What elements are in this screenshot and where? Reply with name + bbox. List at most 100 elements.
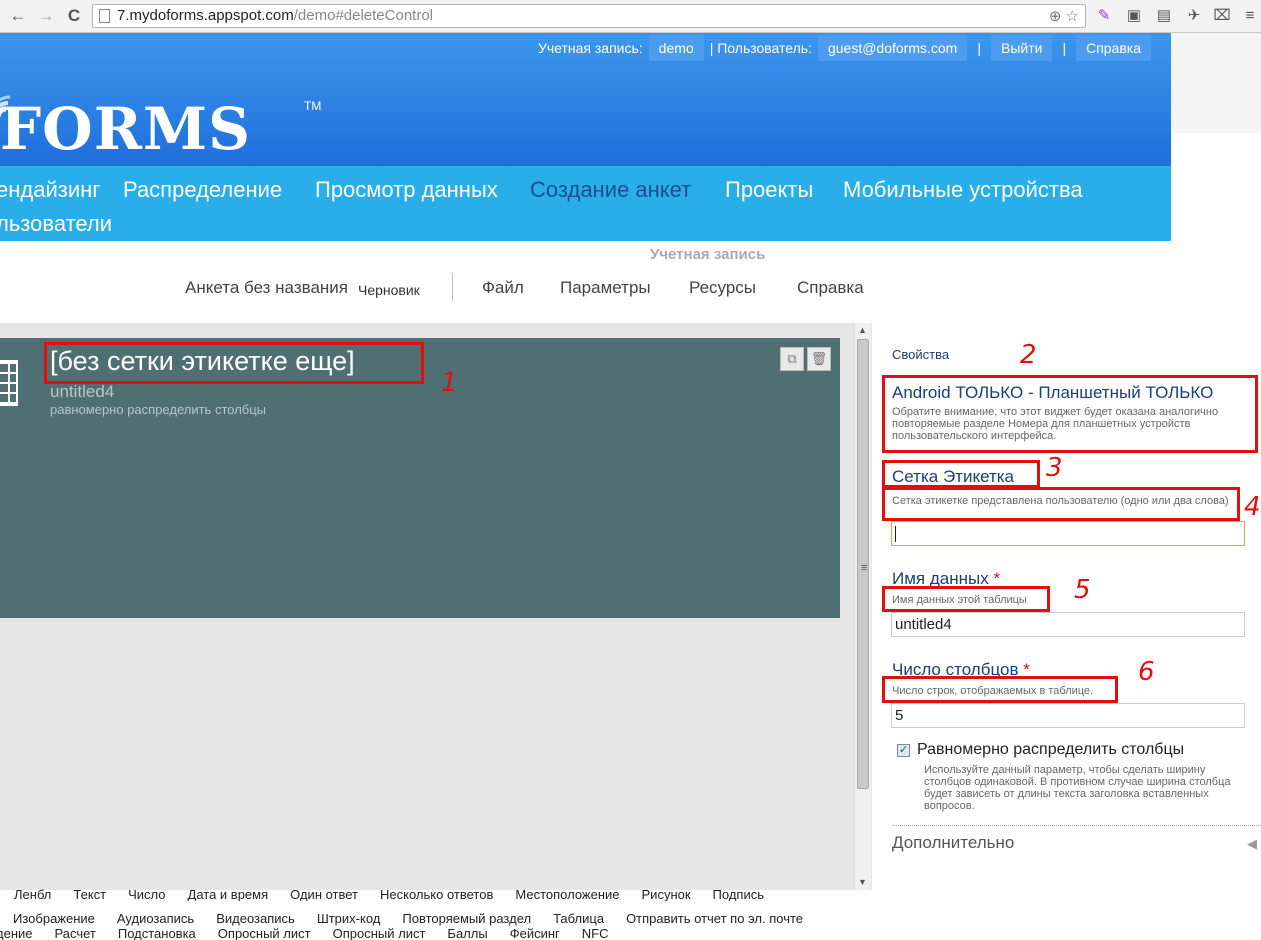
tool-drawing[interactable]: Рисунок — [642, 887, 691, 901]
address-bar[interactable]: 7.mydoforms.appspot.com/demo#deleteContr… — [92, 4, 1086, 28]
even-columns-checkbox[interactable]: ✓ — [897, 744, 910, 757]
extension-icon-4[interactable]: ⌧ — [1212, 6, 1232, 26]
separator: | — [977, 40, 981, 56]
widget-toolbar-row-1: Ленбл Текст Число Дата и время Один ответ Нес… — [14, 887, 786, 901]
menu-help[interactable]: Справка — [797, 278, 864, 298]
forward-icon[interactable]: → — [36, 6, 56, 26]
tool-video[interactable]: Видеозапись — [216, 911, 295, 926]
header-blank — [1171, 33, 1261, 133]
user-link[interactable]: guest@doforms.com — [817, 35, 968, 61]
account-label: Учетная запись: — [537, 40, 643, 56]
tool-item[interactable]: дение — [0, 926, 33, 940]
menu-icon[interactable]: ≡ — [1240, 6, 1260, 26]
properties-heading: Свойства — [892, 347, 950, 362]
url-path: /demo#deleteControl — [293, 7, 434, 24]
tool-lookup[interactable]: Подстановка — [118, 926, 196, 940]
tool-image[interactable]: Изображение — [13, 911, 95, 926]
widget-subtitle: равномерно распределить столбцы — [50, 402, 267, 417]
url-host: 7.mydoforms.appspot.com — [117, 7, 294, 24]
divider — [892, 825, 1261, 826]
grip-icon: ≡ — [861, 562, 868, 574]
account-link[interactable]: demo — [648, 35, 704, 61]
copy-icon[interactable]: ⧉ — [780, 347, 804, 371]
annotation-number-5: 5 — [1074, 575, 1091, 605]
tool-text[interactable]: Текст — [73, 887, 106, 901]
extension-icon-3[interactable]: ✈ — [1184, 6, 1204, 26]
annotation-number-2: 2 — [1020, 340, 1037, 370]
nav-merchandising[interactable]: ендайзинг — [0, 177, 100, 203]
logo-trademark: TM — [304, 99, 322, 113]
scroll-thumb[interactable]: ≡ — [857, 339, 869, 789]
text-caret — [895, 526, 896, 543]
nav-users[interactable]: льзователи — [0, 211, 112, 237]
browser-toolbar: ← → C 7.mydoforms.appspot.com/demo#delet… — [0, 0, 1261, 33]
annotation-number-4: 4 — [1244, 492, 1261, 522]
widget-toolbar-row-2: Изображение Аудиозапись Видеозапись Штрих-к… — [13, 911, 825, 926]
nav-projects[interactable]: Проекты — [725, 177, 813, 203]
annotation-number-3: 3 — [1046, 453, 1063, 483]
reload-icon[interactable]: C — [64, 6, 84, 26]
tool-datetime[interactable]: Дата и время — [188, 887, 269, 901]
annotation-box-5 — [882, 586, 1050, 612]
tool-barcode[interactable]: Штрих-код — [317, 911, 381, 926]
extension-icon-2[interactable]: ▤ — [1154, 6, 1174, 26]
nav-distribution[interactable]: Распределение — [123, 177, 282, 203]
menu-resources[interactable]: Ресурсы — [689, 278, 756, 298]
nav-create-forms[interactable]: Создание анкет — [530, 177, 691, 203]
feather-extension-icon[interactable]: ✎ — [1094, 6, 1114, 26]
columns-input[interactable]: 5 — [891, 703, 1245, 728]
form-status: Черновик — [358, 282, 420, 298]
zoom-star-icons[interactable]: ⊕ ☆ — [1049, 6, 1079, 28]
divider — [452, 273, 453, 301]
tool-audio[interactable]: Аудиозапись — [117, 911, 194, 926]
trash-icon[interactable]: 🗑 — [807, 347, 831, 371]
logout-button[interactable]: Выйти — [990, 35, 1053, 61]
tool-calculation[interactable]: Расчет — [55, 926, 96, 940]
annotation-box-1 — [44, 342, 424, 384]
tool-nfc[interactable]: NFC — [582, 926, 609, 940]
annotation-box-4 — [882, 487, 1240, 521]
annotation-box-6 — [882, 676, 1118, 703]
tool-score[interactable]: Баллы — [447, 926, 487, 940]
nav-mobile-devices[interactable]: Мобильные устройства — [843, 177, 1083, 203]
advanced-section[interactable]: Дополнительно — [892, 833, 1014, 853]
tool-multiple-answers[interactable]: Несколько ответов — [380, 887, 493, 901]
table-grid-icon — [0, 360, 18, 406]
tool-repeat-section[interactable]: Повторяемый раздел — [402, 911, 531, 926]
annotation-number-6: 6 — [1138, 657, 1155, 687]
help-button[interactable]: Справка — [1076, 35, 1151, 61]
page-icon — [99, 9, 110, 23]
tool-survey[interactable]: Опросный лист — [218, 926, 311, 940]
even-columns-note: Используйте данный параметр, чтобы сдела… — [924, 764, 1231, 812]
expand-arrow-icon[interactable]: ◀ — [1247, 836, 1257, 852]
form-name[interactable]: Анкета без названия — [185, 278, 348, 298]
data-name-input[interactable]: untitled4 — [891, 612, 1245, 637]
widget-toolbar-row-3: дение Расчет Подстановка Опросный лист Опрос… — [0, 926, 630, 940]
main-nav: ендайзинг Распределение Просмотр данных … — [0, 166, 1171, 241]
annotation-number-1: 1 — [441, 368, 458, 398]
account-bar: Учетная запись: demo | Пользователь: gue… — [538, 33, 1151, 63]
tool-table[interactable]: Таблица — [553, 911, 604, 926]
tool-survey-2[interactable]: Опросный лист — [333, 926, 426, 940]
menu-parameters[interactable]: Параметры — [560, 278, 651, 298]
scroll-up-icon[interactable]: ▲ — [858, 325, 867, 335]
site-header: Учетная запись: demo | Пользователь: gue… — [0, 33, 1171, 166]
tool-label[interactable]: Ленбл — [14, 887, 51, 901]
grid-label-input[interactable] — [891, 521, 1245, 546]
scroll-down-icon[interactable]: ▼ — [858, 877, 867, 887]
tool-location[interactable]: Местоположение — [515, 887, 619, 901]
widget-data-name: untitled4 — [50, 382, 115, 401]
tool-single-answer[interactable]: Один ответ — [290, 887, 358, 901]
extension-icon[interactable]: ▣ — [1124, 6, 1144, 26]
tool-facing[interactable]: Фейсинг — [510, 926, 560, 940]
tool-number[interactable]: Число — [128, 887, 165, 901]
logo[interactable]: FORMS — [0, 95, 251, 163]
menu-file[interactable]: Файл — [482, 278, 524, 298]
tool-signature[interactable]: Подпись — [713, 887, 764, 901]
account-section-label: Учетная запись — [650, 246, 766, 263]
nav-view-data[interactable]: Просмотр данных — [315, 177, 498, 203]
canvas-scrollbar[interactable]: ▲ ≡ ▼ — [854, 323, 871, 890]
even-columns-label[interactable]: Равномерно распределить столбцы — [917, 741, 1184, 759]
tool-email-report[interactable]: Отправить отчет по эл. почте — [626, 911, 803, 926]
back-icon[interactable]: ← — [8, 6, 28, 26]
